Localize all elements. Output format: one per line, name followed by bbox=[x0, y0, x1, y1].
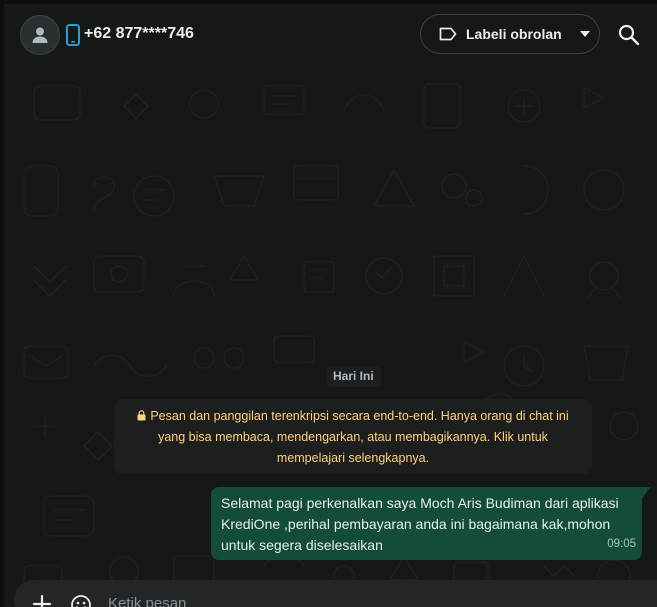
contact-name[interactable]: +62 877****746 bbox=[84, 25, 194, 43]
plus-icon[interactable] bbox=[32, 594, 52, 607]
outgoing-message[interactable]: Selamat pagi perkenalkan saya Moch Aris … bbox=[211, 487, 642, 560]
bubble-tail bbox=[642, 487, 650, 499]
message-time: 09:05 bbox=[607, 538, 636, 550]
chat-area[interactable]: Hari Ini Pesan dan panggilan terenkripsi… bbox=[4, 66, 657, 607]
contact-avatar[interactable] bbox=[20, 15, 60, 55]
encryption-notice[interactable]: Pesan dan panggilan terenkripsi secara e… bbox=[114, 399, 592, 474]
label-chat-button[interactable]: Labeli obrolan bbox=[420, 14, 600, 54]
chevron-down-icon bbox=[579, 31, 590, 37]
label-chat-text: Labeli obrolan bbox=[466, 26, 562, 42]
person-icon bbox=[32, 27, 48, 43]
message-input[interactable] bbox=[106, 590, 610, 607]
chat-header: +62 877****746 Labeli obrolan bbox=[4, 4, 657, 66]
encryption-notice-text: Pesan dan panggilan terenkripsi secara e… bbox=[150, 409, 569, 465]
emoji-icon[interactable] bbox=[70, 594, 92, 607]
message-text: Selamat pagi perkenalkan saya Moch Aris … bbox=[221, 495, 619, 553]
message-composer bbox=[14, 580, 657, 607]
search-icon[interactable] bbox=[616, 22, 642, 48]
date-chip: Hari Ini bbox=[326, 366, 381, 387]
whatsapp-chat-window: +62 877****746 Labeli obrolan Hari Ini P… bbox=[0, 0, 657, 607]
lock-icon bbox=[137, 410, 146, 421]
phone-icon bbox=[66, 24, 80, 46]
tag-icon bbox=[439, 27, 457, 41]
